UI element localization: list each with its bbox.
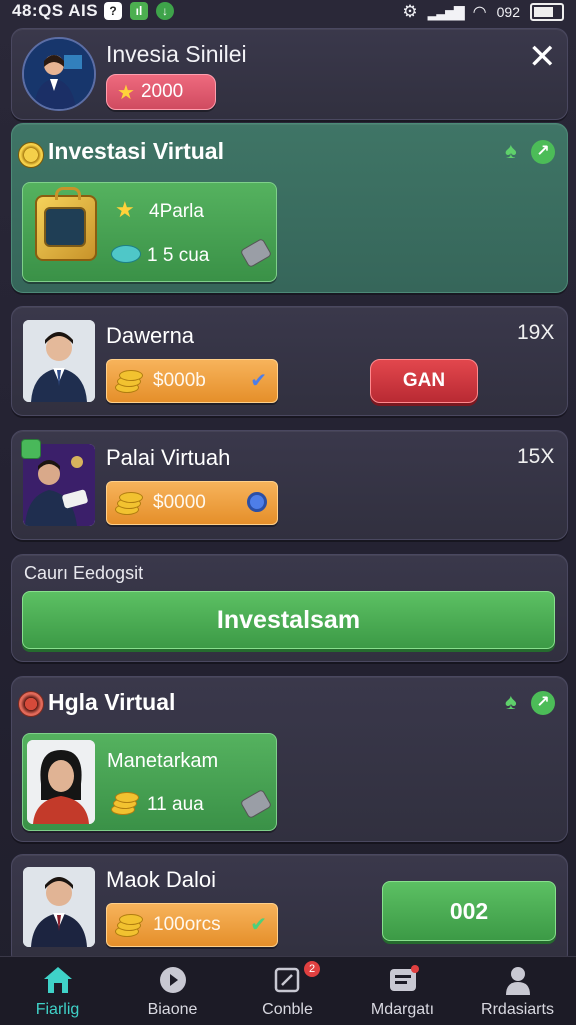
gain-button[interactable]: GAN	[370, 359, 478, 403]
tree-icon: ♠	[505, 138, 517, 163]
nav-item-play[interactable]: Biaone	[115, 957, 230, 1025]
settings-icon: ⚙	[402, 2, 418, 21]
item-multiplier: 15X	[517, 445, 555, 468]
battery-icon	[530, 3, 564, 21]
amount-value: $000b	[153, 370, 206, 391]
section-card[interactable]: Hgla Virtual ♠ ↗ Manetarkam 11 aua	[11, 676, 568, 842]
deposit-label: Caurı Eedogsit	[24, 563, 144, 583]
featured-title: Investasi Virtual	[48, 138, 224, 164]
person-photo	[23, 320, 95, 402]
wifi-icon: ◠	[472, 4, 487, 21]
section-line2: 11 aua	[147, 794, 204, 815]
person-photo	[27, 740, 95, 824]
amount-pill: $0000	[106, 481, 278, 525]
item-name: Maok Daloi	[106, 867, 217, 892]
list-icon	[390, 965, 419, 991]
featured-card[interactable]: Investasi Virtual ♠ ↗ ★ 4Parla 1 5 cua	[11, 123, 568, 293]
amount-value: 100orcs	[153, 914, 221, 935]
profile-card: Invesia Sinilei ★ 2000 ✕	[11, 28, 568, 120]
nav-label: Mdargatı	[370, 1001, 435, 1018]
nav-item-list[interactable]: Mdargatı	[345, 957, 460, 1025]
nav-label: Rrdasiarts	[481, 1001, 554, 1018]
download-icon: ↓	[156, 2, 174, 20]
tree-icon: ♠	[505, 689, 517, 714]
featured-line2: 1 5 cua	[147, 245, 210, 266]
profile-name: Invesia Sinilei	[106, 41, 247, 67]
cell-signal-icon: ▂▃▅▇	[427, 3, 465, 20]
app-badge-icon	[21, 439, 41, 459]
check-icon: ✔	[250, 914, 267, 936]
play-icon	[160, 967, 186, 993]
coins-icon	[113, 370, 143, 393]
close-icon[interactable]: ✕	[528, 37, 557, 77]
item-multiplier: 19X	[517, 321, 555, 344]
avatar[interactable]	[22, 37, 96, 111]
nav-label: Biaone	[147, 1001, 198, 1018]
check-icon: ✔	[250, 370, 267, 392]
notification-badge: 2	[304, 961, 320, 977]
star-icon: ★	[117, 81, 135, 104]
status-bar: 48:QS AIS ? ıl ↓ ⚙ ▂▃▅▇ ◠ 092	[0, 0, 576, 26]
arrow-circle-icon[interactable]: ↗	[531, 140, 555, 164]
coin-badge-icon	[18, 142, 44, 168]
bottom-nav: Fiarlig Biaone 2 Conble Mdargatı Rrdasia…	[0, 956, 576, 1025]
person-photo	[23, 867, 95, 947]
investment-item[interactable]: Maok Daloi 100orcs ✔ 002	[11, 854, 568, 966]
nav-item-edit[interactable]: 2 Conble	[230, 957, 345, 1025]
deposit-card: Caurı Eedogsit Investalsam	[11, 554, 568, 662]
nav-label: Conble	[262, 1001, 313, 1018]
investment-item[interactable]: Dawerna 19X $000b ✔ GAN	[11, 306, 568, 416]
record-icon	[18, 691, 44, 717]
coins-icon	[113, 914, 143, 937]
action-button[interactable]: 002	[382, 881, 556, 941]
featured-panel[interactable]: ★ 4Parla 1 5 cua	[22, 182, 277, 282]
points-value: 2000	[140, 81, 184, 102]
investment-item[interactable]: Palai Virtuah 15X $0000	[11, 430, 568, 540]
nav-item-profile[interactable]: Rrdasiarts	[460, 957, 575, 1025]
amount-pill: 100orcs ✔	[106, 903, 278, 947]
notification-icon: ?	[104, 2, 122, 20]
section-title: Hgla Virtual	[48, 689, 176, 715]
nav-item-home[interactable]: Fiarlig	[0, 957, 115, 1025]
signal-app-icon: ıl	[130, 2, 148, 20]
tv-icon	[35, 187, 97, 261]
section-panel[interactable]: Manetarkam 11 aua	[22, 733, 277, 831]
user-icon	[506, 967, 530, 995]
tag-icon	[239, 788, 273, 820]
gem-icon	[111, 245, 141, 263]
status-time: 48:QS AIS	[12, 1, 99, 20]
home-icon	[44, 967, 72, 993]
amount-pill: $000b ✔	[106, 359, 278, 403]
arrow-circle-icon[interactable]: ↗	[531, 691, 555, 715]
star-icon: ★	[115, 197, 135, 222]
target-icon	[247, 492, 267, 512]
invest-button[interactable]: Investalsam	[22, 591, 555, 649]
battery-text: 092	[496, 4, 520, 20]
amount-value: $0000	[153, 492, 206, 513]
featured-line1: 4Parla	[149, 201, 204, 222]
item-name: Palai Virtuah	[106, 445, 231, 470]
item-name: Dawerna	[106, 323, 195, 348]
coins-icon	[113, 492, 143, 515]
section-line1: Manetarkam	[107, 750, 219, 772]
tag-icon	[239, 237, 273, 269]
coins-icon	[109, 792, 139, 815]
edit-icon	[274, 967, 300, 993]
points-badge[interactable]: ★ 2000	[106, 74, 216, 110]
nav-label: Fiarlig	[35, 1001, 80, 1018]
